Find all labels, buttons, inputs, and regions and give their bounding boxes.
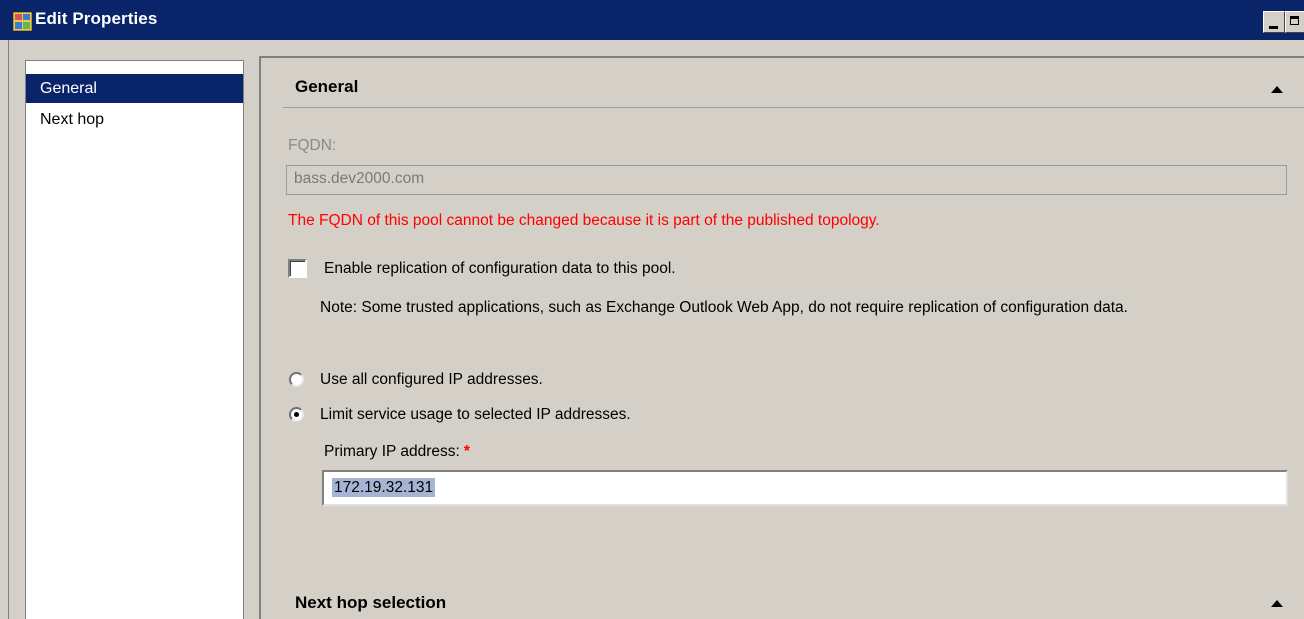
primary-ip-label: Primary IP address: * [324, 443, 470, 461]
required-marker: * [463, 443, 470, 460]
window-title: Edit Properties [35, 9, 158, 28]
window-left-edge [8, 40, 9, 619]
fqdn-warning-text: The FQDN of this pool cannot be changed … [288, 212, 880, 229]
fqdn-label: FQDN: [288, 137, 337, 154]
primary-ip-input[interactable]: 172.19.32.131 [322, 470, 1288, 506]
section-header-general[interactable]: General [295, 77, 358, 97]
primary-ip-value: 172.19.32.131 [332, 478, 436, 497]
nav-panel: General Next hop [25, 60, 244, 619]
collapse-next-hop-icon[interactable] [1271, 600, 1283, 607]
section-header-next-hop[interactable]: Next hop selection [295, 593, 446, 613]
nav-item-next-hop[interactable]: Next hop [26, 109, 243, 135]
collapse-general-icon[interactable] [1271, 86, 1283, 93]
limit-ip-radio[interactable] [289, 407, 304, 422]
nav-item-general[interactable]: General [26, 74, 243, 103]
section-divider [283, 107, 1304, 108]
replication-label[interactable]: Enable replication of configuration data… [324, 260, 676, 278]
replication-checkbox[interactable] [288, 259, 307, 278]
primary-ip-label-text: Primary IP address: [324, 443, 460, 460]
content-panel [259, 56, 1304, 619]
title-bar[interactable]: Edit Properties [0, 0, 1304, 40]
use-all-ip-label[interactable]: Use all configured IP addresses. [320, 371, 543, 389]
use-all-ip-radio[interactable] [289, 372, 304, 387]
limit-ip-label[interactable]: Limit service usage to selected IP addre… [320, 406, 631, 424]
replication-note: Note: Some trusted applications, such as… [320, 299, 1128, 316]
fqdn-field: bass.dev2000.com [286, 165, 1287, 195]
minimize-button[interactable] [1263, 11, 1285, 33]
maximize-button[interactable] [1285, 11, 1304, 33]
app-icon [13, 12, 32, 31]
